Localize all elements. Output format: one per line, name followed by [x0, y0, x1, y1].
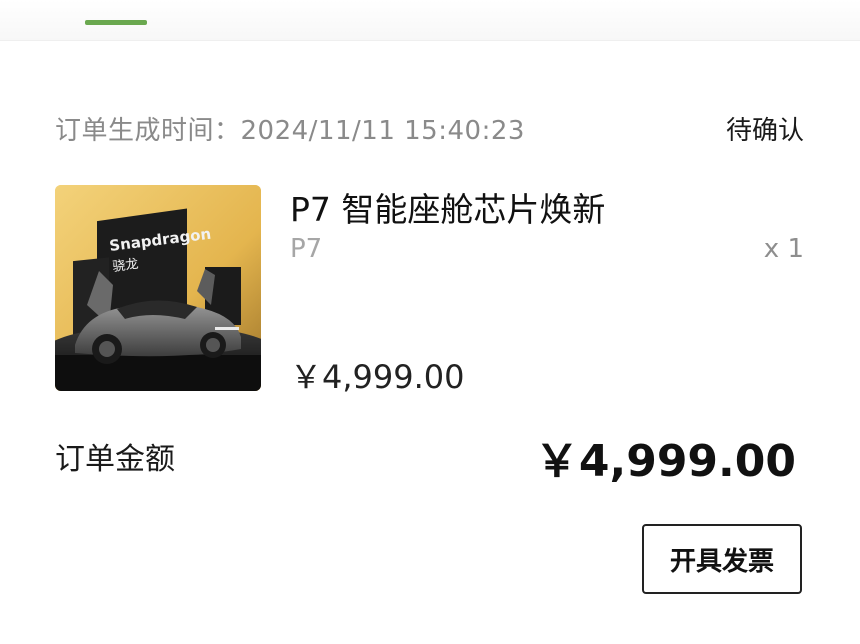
- product-image[interactable]: Snapdragon 骁龙: [55, 185, 261, 391]
- active-tab-indicator: [85, 20, 147, 25]
- order-time-label: 订单生成时间：: [55, 116, 241, 146]
- order-total-amount: ￥4,999.00: [534, 436, 796, 487]
- snapdragon-cn-wordmark: 骁龙: [112, 257, 140, 275]
- order-time: 订单生成时间：2024/11/11 15:40:23: [55, 110, 525, 147]
- order-status: 待确认: [725, 116, 804, 146]
- snapdragon-car-illustration: Snapdragon 骁龙: [55, 185, 261, 391]
- product-title[interactable]: P7 智能座舱芯片焕新: [290, 183, 605, 231]
- issue-invoice-button[interactable]: 开具发票: [642, 524, 802, 594]
- top-tab-bar: [0, 0, 860, 41]
- order-total-label: 订单金额: [55, 442, 175, 477]
- order-time-value: 2024/11/11 15:40:23: [240, 116, 525, 146]
- product-quantity: x 1: [763, 234, 804, 264]
- product-variant: P7: [290, 234, 323, 264]
- product-price: ￥4,999.00: [290, 358, 465, 396]
